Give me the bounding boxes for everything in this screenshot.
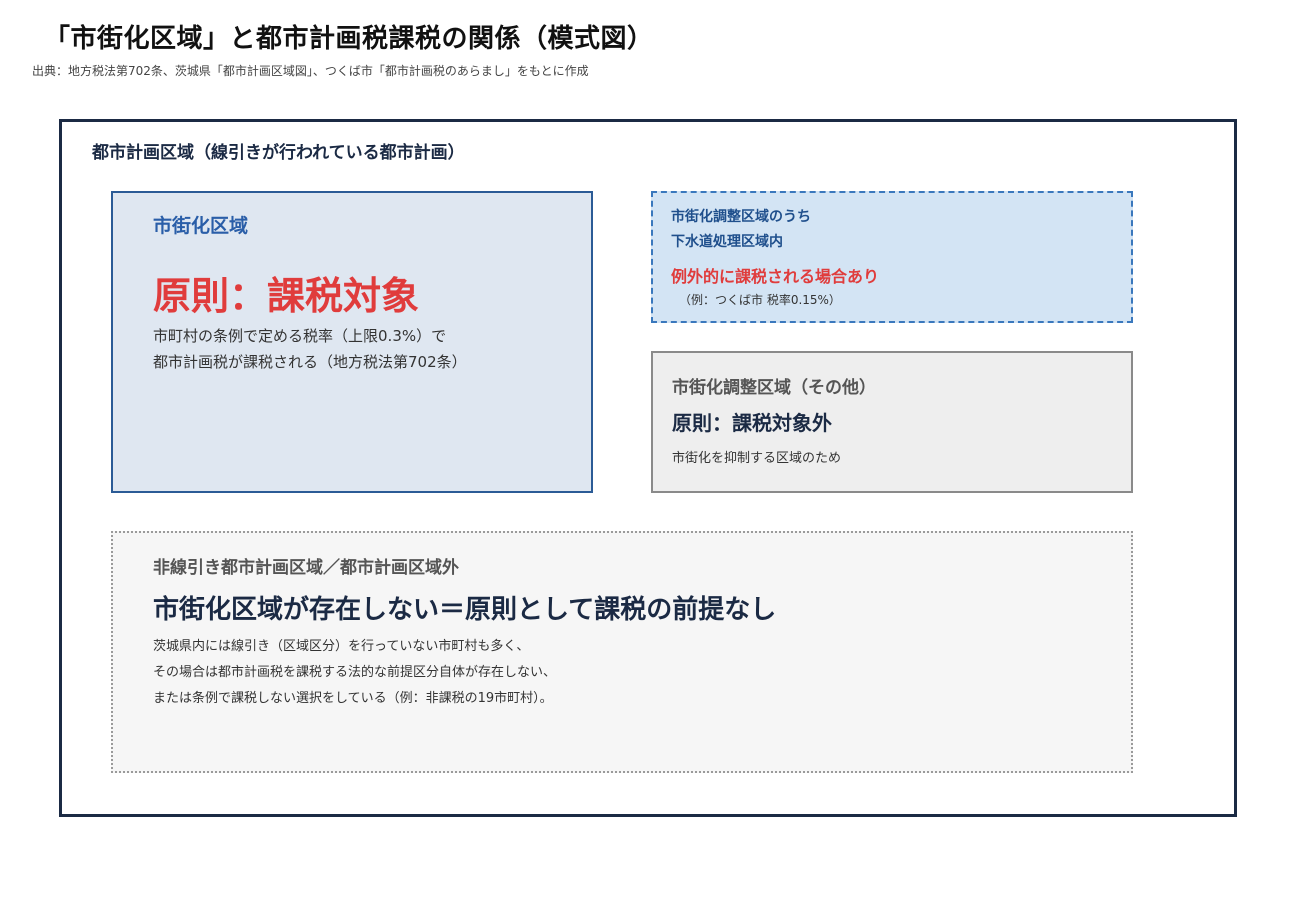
non-delineated-area-box: 非線引き都市計画区域／都市計画区域外 市街化区域が存在しない＝原則として課税の前…	[111, 531, 1133, 773]
city-planning-area-frame: 都市計画区域（線引きが行われている都市計画） 市街化区域 原則：課税対象 市町村…	[59, 119, 1237, 817]
non-delineated-area-label: 非線引き都市計画区域／都市計画区域外	[153, 558, 459, 578]
non-delineated-area-desc-line: または条例で課税しない選択をしている（例：非課税の19市町村）。	[153, 691, 553, 706]
urbanization-control-area-label: 市街化調整区域（その他）	[672, 378, 876, 398]
city-planning-area-label: 都市計画区域（線引きが行われている都市計画）	[92, 143, 465, 163]
page-title: 「市街化区域」と都市計画税課税の関係（模式図）	[44, 24, 654, 54]
urbanization-area-desc-line: 市町村の条例で定める税率（上限0.3%）で	[153, 327, 447, 345]
urbanization-area-principle: 原則：課税対象	[153, 274, 420, 318]
urbanization-area-desc-line: 都市計画税が課税される（地方税法第702条）	[153, 353, 467, 371]
urbanization-area-label: 市街化区域	[153, 215, 249, 237]
non-delineated-area-principle: 市街化区域が存在しない＝原則として課税の前提なし	[153, 595, 777, 625]
sewer-area-label-line: 市街化調整区域のうち	[671, 209, 811, 225]
urbanization-control-area-principle: 原則：課税対象外	[672, 411, 832, 435]
non-delineated-area-desc-line: その場合は都市計画税を課税する法的な前提区分自体が存在しない、	[153, 665, 557, 680]
source-note: 出典：地方税法第702条、茨城県「都市計画区域図」、つくば市「都市計画税のあらま…	[32, 64, 589, 78]
urbanization-control-area-desc: 市街化を抑制する区域のため	[672, 451, 842, 466]
urbanization-area-box: 市街化区域 原則：課税対象 市町村の条例で定める税率（上限0.3%）で 都市計画…	[111, 191, 593, 493]
non-delineated-area-desc-line: 茨城県内には線引き（区域区分）を行っていない市町村も多く、	[153, 639, 530, 654]
urbanization-control-area-box: 市街化調整区域（その他） 原則：課税対象外 市街化を抑制する区域のため	[651, 351, 1133, 493]
sewer-area-example-note: （例：つくば市 税率0.15%）	[679, 293, 841, 307]
sewer-area-exception-box: 市街化調整区域のうち 下水道処理区域内 例外的に課税される場合あり （例：つくば…	[651, 191, 1133, 323]
sewer-area-exception-text: 例外的に課税される場合あり	[671, 267, 880, 286]
sewer-area-label-line: 下水道処理区域内	[671, 234, 783, 250]
